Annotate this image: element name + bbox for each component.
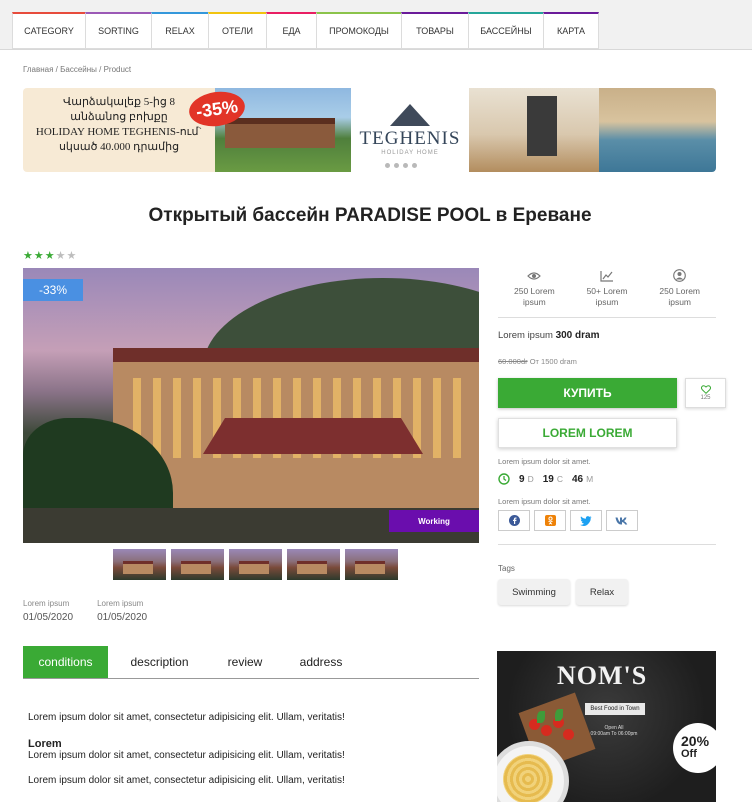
twitter-icon[interactable] [570, 510, 602, 531]
nav-item-promocodes[interactable]: ПРОМОКОДЫ [316, 12, 402, 49]
tags-list: Swimming Relax [498, 579, 628, 605]
ad-tomato [541, 725, 552, 736]
breadcrumb[interactable]: Главная / Бассейны / Product [23, 65, 131, 74]
promo-banner[interactable]: Վարձակալեք 5-ից 8 անձանոց բոխքը HOLIDAY … [23, 88, 716, 172]
banner-brand: TEGHENIS [359, 128, 461, 149]
discount-badge: -33% [23, 279, 83, 301]
nav-item-category[interactable]: CATEGORY [12, 12, 86, 49]
nav-item-map[interactable]: КАРТА [543, 12, 599, 49]
heart-icon [700, 385, 711, 394]
content-paragraph: Lorem ipsum dolor sit amet, consectetur … [28, 712, 345, 723]
thumbnail[interactable] [113, 549, 166, 580]
banner-text: Վարձակալեք 5-ից 8 անձանոց բոխքը HOLIDAY … [23, 88, 215, 172]
ad-discount-badge: 20% Off [673, 723, 716, 773]
banner-hotel-photo: -35% [186, 88, 351, 172]
share-text: Lorem ipsum dolor sit amet. [498, 497, 591, 506]
nav-item-sorting[interactable]: SORTING [85, 12, 152, 49]
tab-review[interactable]: review [211, 646, 279, 678]
ad-tagline: Best Food in Town [585, 703, 645, 715]
odnoklassniki-icon[interactable] [534, 510, 566, 531]
stat-users: 250 Lorem ipsum [643, 267, 716, 317]
side-advertisement[interactable]: NOM'S Best Food in Town Open All 09:00am… [497, 651, 716, 802]
content-tabs: conditions description review address [23, 646, 479, 679]
ad-tomato [563, 729, 574, 740]
ad-brand: NOM'S [557, 661, 648, 690]
secondary-button[interactable]: LOREM LOREM [498, 418, 677, 448]
tag-swimming[interactable]: Swimming [498, 579, 570, 605]
nav-item-goods[interactable]: ТОВАРЫ [401, 12, 469, 49]
banner-pagination [385, 163, 417, 168]
facebook-icon[interactable] [498, 510, 530, 531]
dates-row: Lorem ipsum 01/05/2020 Lorem ipsum 01/05… [23, 599, 147, 623]
tag-relax[interactable]: Relax [576, 579, 628, 605]
date-end: Lorem ipsum 01/05/2020 [97, 599, 148, 623]
star-empty-icon[interactable]: ★ [56, 250, 67, 262]
tab-content: Lorem ipsum dolor sit amet, consectetur … [28, 712, 474, 787]
clock-icon [498, 473, 510, 485]
info-text: Lorem ipsum dolor sit amet. [498, 457, 591, 466]
thumbnail[interactable] [171, 549, 224, 580]
page-title: Открытый бассейн PARADISE POOL в Ереване [148, 205, 592, 226]
banner-room-photo [469, 88, 599, 172]
thumbnail[interactable] [345, 549, 398, 580]
banner-dot[interactable] [403, 163, 408, 168]
price-line: Lorem ipsum 300 dram [498, 330, 600, 341]
content-paragraph: Lorem ipsum dolor sit amet, consectetur … [28, 750, 345, 761]
tags-label: Tags [498, 564, 515, 573]
nav-item-relax[interactable]: RELAX [151, 12, 209, 49]
banner-logo: TEGHENIS HOLIDAY HOME [351, 88, 469, 172]
content-paragraph: Lorem ipsum dolor sit amet, consectetur … [28, 775, 345, 786]
ad-leaf [555, 709, 563, 721]
nav-item-hotels[interactable]: ОТЕЛИ [208, 12, 267, 49]
banner-dot[interactable] [385, 163, 390, 168]
nav-item-food[interactable]: ЕДА [266, 12, 317, 49]
favorite-count: 125 [700, 395, 711, 401]
nav-item-pools[interactable]: БАССЕЙНЫ [468, 12, 544, 49]
rating-stars: ★★★★★ [23, 249, 77, 262]
ad-leaf [537, 711, 545, 723]
ad-pasta [503, 754, 553, 802]
stat-views: 250 Lorem ipsum [498, 267, 571, 317]
stats-row: 250 Lorem ipsum 50+ Lorem ipsum 250 Lore… [498, 267, 716, 318]
eye-icon [498, 267, 571, 284]
star-filled-icon[interactable]: ★ [45, 250, 56, 262]
star-filled-icon[interactable]: ★ [23, 250, 34, 262]
countdown-timer: 9D 19 C 46 M [498, 473, 593, 485]
banner-dot[interactable] [412, 163, 417, 168]
banner-pool-photo [599, 88, 716, 172]
star-empty-icon[interactable]: ★ [67, 250, 78, 262]
tab-conditions[interactable]: conditions [23, 646, 108, 678]
date-start: Lorem ipsum 01/05/2020 [23, 599, 74, 623]
image-canopy [203, 418, 423, 454]
top-bar: CATEGORY SORTING RELAX ОТЕЛИ ЕДА ПРОМОКО… [0, 0, 752, 50]
vk-icon[interactable] [606, 510, 638, 531]
banner-window [527, 96, 557, 156]
banner-building [225, 118, 335, 148]
banner-dot[interactable] [394, 163, 399, 168]
favorite-button[interactable]: 125 [685, 378, 726, 408]
content-heading: Lorem [28, 738, 62, 750]
mountain-icon [390, 104, 430, 126]
main-product-image[interactable]: -33% Working [23, 268, 479, 543]
buy-button[interactable]: КУПИТЬ [498, 378, 677, 408]
user-icon [643, 267, 716, 284]
thumbnail-strip [113, 549, 398, 580]
tab-address[interactable]: address [279, 646, 363, 678]
chart-icon [571, 267, 644, 284]
social-share [498, 510, 638, 531]
banner-brand-sub: HOLIDAY HOME [381, 150, 439, 156]
thumbnail[interactable] [287, 549, 340, 580]
star-filled-icon[interactable]: ★ [34, 250, 45, 262]
tab-description[interactable]: description [108, 646, 211, 678]
price-value: 300 dram [555, 330, 600, 341]
main-nav: CATEGORY SORTING RELAX ОТЕЛИ ЕДА ПРОМОКО… [12, 12, 599, 49]
stat-trend: 50+ Lorem ipsum [571, 267, 644, 317]
ad-hours: Open All 09:00am To 06:00pm [590, 725, 638, 737]
old-price: 60.000dr От 1500 dram [498, 357, 577, 366]
thumbnail[interactable] [229, 549, 282, 580]
status-badge: Working [389, 510, 479, 532]
divider [498, 544, 716, 545]
